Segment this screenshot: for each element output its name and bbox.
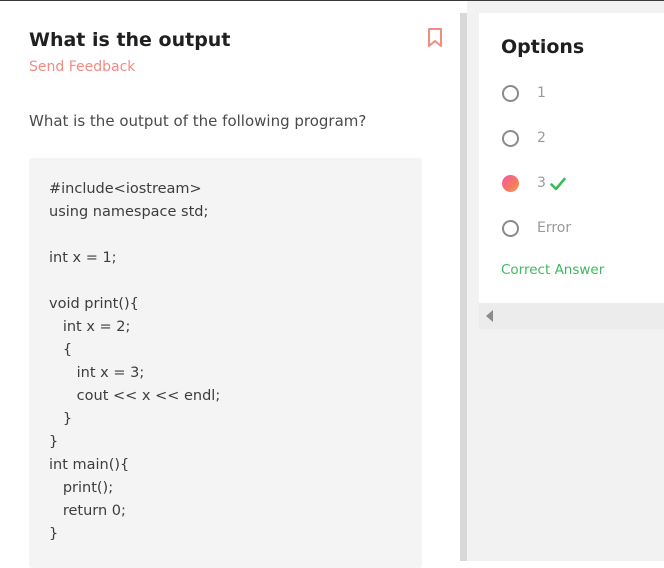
option-1[interactable]: 1 [502,85,652,107]
code-line: } [49,434,59,450]
panel-scrollbar[interactable] [460,13,467,561]
horizontal-scrollbar[interactable] [479,303,664,329]
question-panel: What is the output Send Feedback What is… [0,1,460,568]
correct-answer-text: Correct Answer [501,262,605,278]
options-title: Options [501,36,585,58]
code-line: int x = 2; [49,319,131,335]
code-line: int x = 3; [49,365,145,381]
radio-button[interactable] [502,130,519,147]
question-title: What is the output [29,29,231,51]
option-2[interactable]: 2 [502,130,652,152]
radio-button[interactable] [502,220,519,237]
code-line: } [49,411,73,427]
radio-button-selected[interactable] [502,175,519,192]
chevron-left-icon[interactable] [486,310,493,322]
send-feedback-link[interactable]: Send Feedback [29,59,135,75]
code-block: #include<iostream> using namespace std; … [29,158,422,568]
bookmark-icon[interactable] [426,27,444,49]
code-line: #include<iostream> [49,181,202,197]
radio-button[interactable] [502,85,519,102]
option-label: 2 [537,130,546,146]
code-line: cout << x << endl; [49,388,221,404]
code-line: { [49,342,73,358]
code-line: int x = 1; [49,250,117,266]
option-3[interactable]: 3 [502,175,652,197]
option-label: 1 [537,85,546,101]
code-line: print(); [49,480,114,496]
code-line: } [49,526,59,542]
code-line: void print(){ [49,296,139,312]
checkmark-icon [550,176,566,191]
code-line: int main(){ [49,457,130,473]
option-label: Error [537,220,572,236]
question-prompt: What is the output of the following prog… [29,112,367,130]
code-line: using namespace std; [49,204,209,220]
code-line: return 0; [49,503,126,519]
option-label: 3 [537,175,546,191]
option-error[interactable]: Error [502,220,652,242]
